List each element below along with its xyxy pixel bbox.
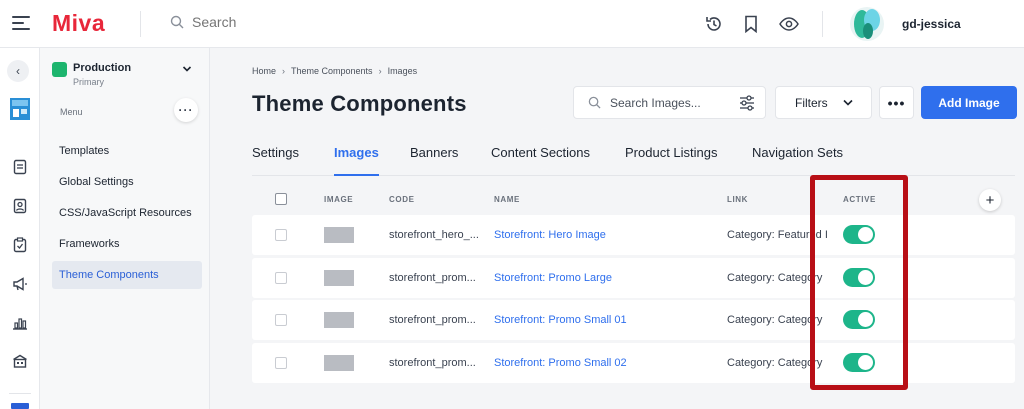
filters-button[interactable]: Filters (775, 86, 872, 119)
menu-icon[interactable] (12, 15, 30, 31)
image-search (573, 86, 766, 119)
image-thumbnail (324, 312, 354, 328)
column-header-code[interactable]: CODE (389, 195, 415, 204)
megaphone-icon[interactable] (9, 273, 31, 295)
tab-product-listings[interactable]: Product Listings (625, 145, 718, 176)
breadcrumb-home[interactable]: Home (252, 66, 276, 76)
row-code: storefront_hero_... (389, 229, 479, 241)
row-name-link[interactable]: Storefront: Hero Image (494, 229, 606, 241)
top-bar: Miva gd-jessica (0, 0, 1024, 48)
divider (9, 393, 31, 394)
global-search (170, 14, 392, 30)
breadcrumb-theme-components[interactable]: Theme Components (291, 66, 373, 76)
sidebar-item-templates[interactable]: Templates (52, 137, 202, 165)
clipboard-icon[interactable] (9, 234, 31, 256)
sidebar: Production Primary Menu ··· Templates Gl… (40, 48, 210, 409)
tab-content-sections[interactable]: Content Sections (491, 145, 590, 176)
bookmark-icon[interactable] (739, 12, 763, 36)
divider (140, 11, 141, 37)
image-thumbnail (324, 270, 354, 286)
row-checkbox[interactable] (275, 272, 287, 284)
more-options-button[interactable]: ••• (879, 86, 914, 119)
store-subtitle: Primary (73, 77, 104, 87)
tab-images[interactable]: Images (334, 145, 379, 176)
filters-label: Filters (795, 95, 828, 110)
column-header-link[interactable]: LINK (727, 195, 748, 204)
column-header-image: IMAGE (324, 195, 354, 204)
search-images-input[interactable] (610, 95, 720, 110)
column-header-name[interactable]: NAME (494, 195, 520, 204)
breadcrumb: Home › Theme Components › Images (252, 66, 417, 76)
global-search-input[interactable] (192, 14, 392, 30)
chevron-right-icon: › (282, 66, 286, 76)
row-name-link[interactable]: Storefront: Promo Large (494, 272, 612, 284)
image-thumbnail (324, 227, 354, 243)
store-name[interactable]: Production (73, 62, 131, 74)
chevron-right-icon: › (378, 66, 382, 76)
divider (822, 11, 823, 37)
add-image-button[interactable]: Add Image (921, 86, 1017, 119)
row-code: storefront_prom... (389, 272, 476, 284)
page-title: Theme Components (252, 91, 467, 116)
chevron-down-icon[interactable] (182, 64, 192, 74)
chevron-down-icon (843, 99, 853, 106)
image-thumbnail (324, 355, 354, 371)
sidebar-item-css-javascript-resources[interactable]: CSS/JavaScript Resources (52, 199, 202, 227)
customers-icon[interactable] (9, 195, 31, 217)
row-name-link[interactable]: Storefront: Promo Small 01 (494, 314, 627, 326)
tab-navigation-sets[interactable]: Navigation Sets (752, 145, 843, 176)
tab-banners[interactable]: Banners (410, 145, 458, 176)
avatar[interactable] (850, 7, 884, 41)
row-code: storefront_prom... (389, 314, 476, 326)
sidebar-item-frameworks[interactable]: Frameworks (52, 230, 202, 258)
logo: Miva (52, 10, 106, 36)
username[interactable]: gd-jessica (902, 17, 961, 31)
breadcrumb-images: Images (387, 66, 418, 76)
add-column-button[interactable]: + (979, 189, 1001, 211)
sliders-icon[interactable] (739, 95, 755, 111)
search-icon (588, 96, 601, 109)
highlight-annotation (810, 175, 908, 390)
menu-label: Menu (60, 107, 83, 117)
tab-settings[interactable]: Settings (252, 145, 299, 176)
row-code: storefront_prom... (389, 357, 476, 369)
row-name-link[interactable]: Storefront: Promo Small 02 (494, 357, 627, 369)
store-icon[interactable] (9, 98, 31, 120)
icon-rail: ‹ (0, 48, 40, 409)
sidebar-item-theme-components[interactable]: Theme Components (52, 261, 202, 289)
history-icon[interactable] (702, 12, 726, 36)
menu-more-button[interactable]: ··· (174, 98, 198, 122)
sidebar-item-global-settings[interactable]: Global Settings (52, 168, 202, 196)
eye-icon[interactable] (777, 12, 801, 36)
building-icon[interactable] (9, 350, 31, 372)
row-checkbox[interactable] (275, 229, 287, 241)
row-checkbox[interactable] (275, 357, 287, 369)
store-color-swatch (52, 62, 67, 77)
tab-bar: Settings Images Banners Content Sections… (252, 140, 1015, 176)
apps-icon[interactable] (11, 403, 29, 409)
orders-icon[interactable] (9, 156, 31, 178)
chart-icon[interactable] (9, 312, 31, 334)
search-icon (170, 15, 184, 29)
row-checkbox[interactable] (275, 314, 287, 326)
chevron-left-icon[interactable]: ‹ (7, 60, 29, 82)
select-all-checkbox[interactable] (275, 193, 287, 205)
